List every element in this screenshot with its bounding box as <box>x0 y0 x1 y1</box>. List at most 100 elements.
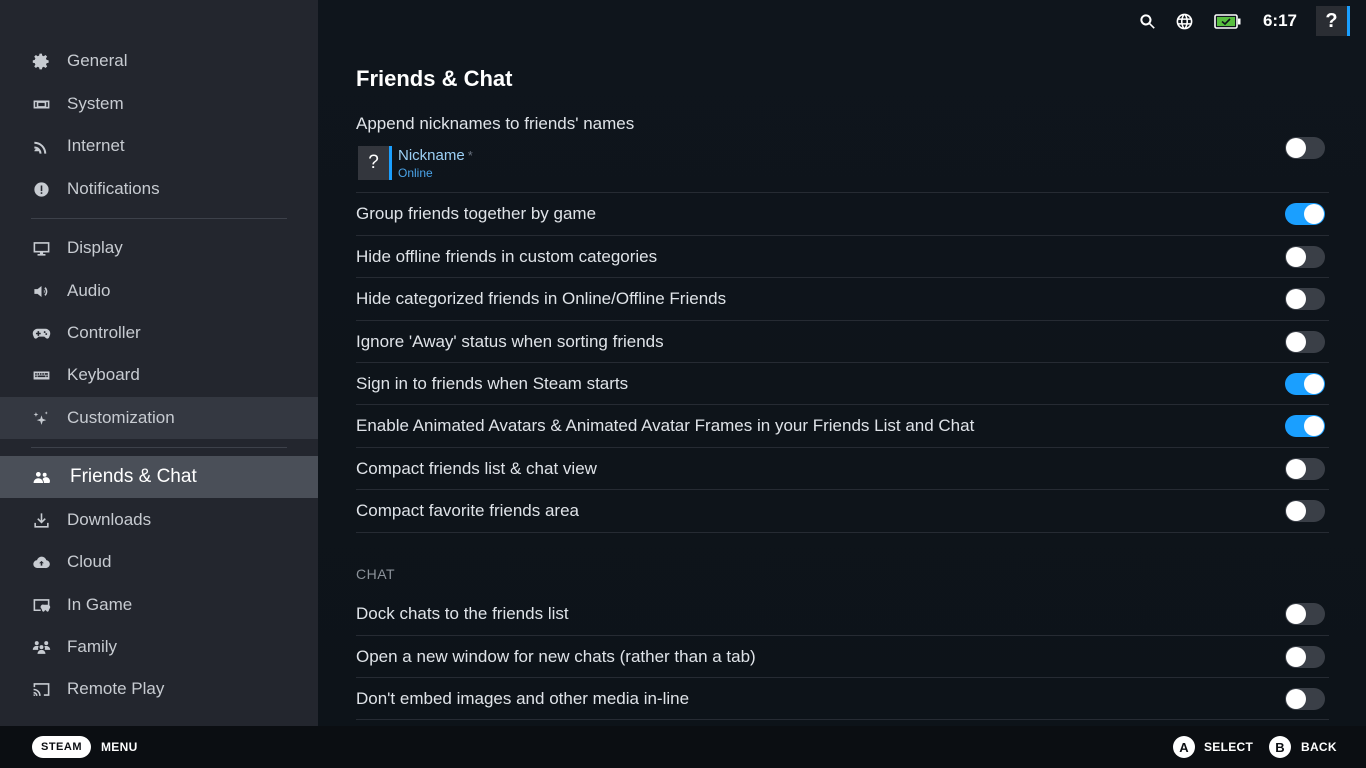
toggle-switch[interactable] <box>1285 245 1325 268</box>
in-game-icon <box>31 595 51 615</box>
sidebar-item-label: System <box>67 94 124 113</box>
toggle-switch[interactable] <box>1285 645 1325 668</box>
sidebar-item-label: Friends & Chat <box>70 466 197 487</box>
toggle-switch[interactable] <box>1285 330 1325 353</box>
globe-icon[interactable] <box>1174 10 1196 32</box>
toggle-knob <box>1286 501 1306 521</box>
sidebar-item-label: Controller <box>67 323 141 342</box>
friend-status: Online <box>398 165 433 180</box>
select-label: SELECT <box>1204 740 1254 754</box>
sidebar-item-general[interactable]: General <box>0 40 318 82</box>
toggle-knob <box>1304 373 1324 394</box>
sidebar-item-audio[interactable]: Audio <box>0 270 318 312</box>
setting-label: Open a new window for new chats (rather … <box>356 646 756 666</box>
sidebar-item-label: Remote Play <box>67 679 165 698</box>
setting-label: Hide categorized friends in Online/Offli… <box>356 289 727 308</box>
setting-row[interactable]: Enable Animated Avatars & Animated Avata… <box>356 405 1329 448</box>
toggle-knob <box>1286 246 1306 267</box>
setting-label: Append nicknames to friends' names <box>356 114 635 133</box>
setting-label: Enable Animated Avatars & Animated Avata… <box>356 416 975 435</box>
setting-label: Hide offline friends in custom categorie… <box>356 246 658 266</box>
setting-row-append-nicknames[interactable]: Append nicknames to friends' names <box>356 110 1329 193</box>
settings-sidebar: General System Internet Notifications Di… <box>0 0 318 726</box>
sidebar-item-display[interactable]: Display <box>0 227 318 269</box>
setting-row[interactable]: Don't embed images and other media in-li… <box>356 678 1329 720</box>
toggle-switch[interactable] <box>1285 687 1325 710</box>
back-label: BACK <box>1301 740 1337 754</box>
setting-row[interactable]: Compact friends list & chat view <box>356 448 1329 490</box>
sidebar-item-label: Keyboard <box>67 365 140 384</box>
setting-label: Compact favorite friends area <box>356 501 579 520</box>
wifi-icon <box>31 136 51 156</box>
sidebar-item-friends-chat[interactable]: Friends & Chat <box>0 456 318 498</box>
gamepad-icon <box>31 323 51 343</box>
page-title: Friends & Chat <box>356 66 513 91</box>
toggle-switch[interactable] <box>1285 603 1325 625</box>
setting-label: Sign in to friends when Steam starts <box>356 373 629 393</box>
speaker-icon <box>31 281 51 301</box>
search-icon[interactable] <box>1137 10 1159 32</box>
setting-row[interactable]: Open a new window for new chats (rather … <box>356 636 1329 678</box>
toggle-switch[interactable] <box>1285 203 1325 225</box>
toggle-knob <box>1304 204 1324 224</box>
setting-row[interactable]: Compact favorite friends area <box>356 490 1329 533</box>
toggle-switch[interactable] <box>1285 372 1325 395</box>
setting-row[interactable]: Hide categorized friends in Online/Offli… <box>356 278 1329 321</box>
sidebar-item-internet[interactable]: Internet <box>0 125 318 167</box>
help-button[interactable]: ? <box>1316 6 1350 36</box>
sidebar-item-controller[interactable]: Controller <box>0 312 318 354</box>
sidebar-item-cloud[interactable]: Cloud <box>0 541 318 583</box>
setting-label: Group friends together by game <box>356 204 597 223</box>
setting-row[interactable]: Dock chats to the friends list <box>356 593 1329 636</box>
toggle-switch[interactable] <box>1285 415 1325 437</box>
setting-row[interactable]: Hide offline friends in custom categorie… <box>356 236 1329 278</box>
settings-content: 6:17 ? Friends & Chat Append nicknames t… <box>318 0 1366 726</box>
sidebar-item-system[interactable]: System <box>0 83 318 125</box>
sidebar-item-remote-play[interactable]: Remote Play <box>0 668 318 710</box>
sidebar-item-family[interactable]: Family <box>0 626 318 668</box>
gear-icon <box>31 51 51 71</box>
a-button-icon[interactable]: A <box>1173 736 1195 758</box>
sidebar-item-downloads[interactable]: Downloads <box>0 499 318 541</box>
sidebar-item-customization[interactable]: Customization <box>0 397 318 439</box>
setting-row[interactable]: Sign in to friends when Steam starts <box>356 363 1329 405</box>
sidebar-item-label: Customization <box>67 408 175 427</box>
toggle-switch-append-nicknames[interactable] <box>1285 137 1325 159</box>
sidebar-item-notifications[interactable]: Notifications <box>0 168 318 210</box>
setting-label: Dock chats to the friends list <box>356 604 569 623</box>
friends-icon <box>31 467 51 487</box>
toggle-switch[interactable] <box>1285 288 1325 310</box>
sidebar-item-label: Downloads <box>67 510 152 529</box>
sidebar-item-keyboard[interactable]: Keyboard <box>0 354 318 396</box>
menu-label: MENU <box>101 740 138 754</box>
sidebar-item-in-game[interactable]: In Game <box>0 584 318 626</box>
sidebar-item-label: Display <box>67 238 123 257</box>
setting-row[interactable]: Ignore 'Away' status when sorting friend… <box>356 321 1329 363</box>
toggle-knob <box>1286 289 1306 309</box>
setting-label: Compact friends list & chat view <box>356 458 597 478</box>
download-icon <box>31 510 51 530</box>
toggle-knob <box>1286 138 1306 158</box>
b-button-icon[interactable]: B <box>1269 736 1291 758</box>
toggle-knob <box>1304 416 1324 436</box>
toggle-switch[interactable] <box>1285 457 1325 480</box>
setting-row[interactable]: Group friends together by game <box>356 193 1329 236</box>
sidebar-divider <box>31 218 287 219</box>
sidebar-item-label: Audio <box>67 281 111 300</box>
nickname-mark: * <box>467 147 473 163</box>
toggle-switch[interactable] <box>1285 500 1325 522</box>
family-icon <box>31 637 51 657</box>
battery-icon <box>1214 13 1241 29</box>
clock: 6:17 <box>1262 11 1297 30</box>
steam-button[interactable]: STEAM <box>32 736 91 758</box>
cast-icon <box>31 679 51 699</box>
cloud-icon <box>31 552 51 572</box>
avatar: ? <box>358 146 392 180</box>
sidebar-item-label: General <box>67 51 128 70</box>
nickname-text: Nickname <box>398 146 465 164</box>
toggle-knob <box>1286 604 1306 624</box>
toggle-knob <box>1286 646 1306 667</box>
setting-label: Don't embed images and other media in-li… <box>356 688 690 708</box>
sidebar-item-label: Notifications <box>67 179 160 198</box>
status-bar: 6:17 ? <box>1137 6 1350 36</box>
